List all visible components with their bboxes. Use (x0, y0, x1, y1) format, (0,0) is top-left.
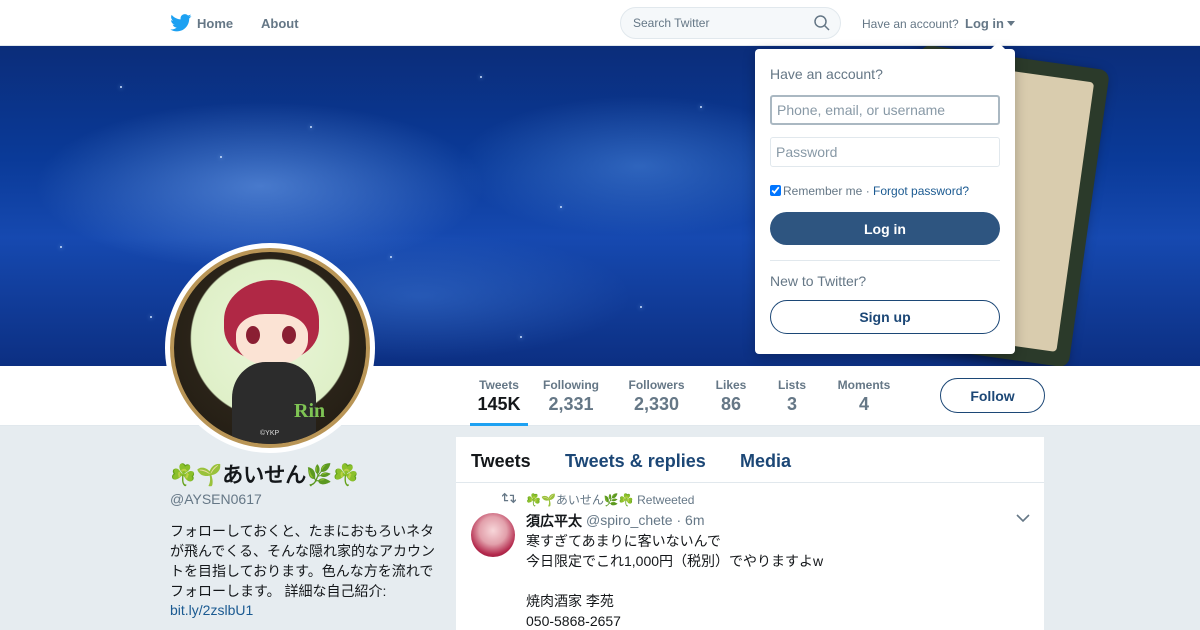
avatar[interactable]: Rin ©YKP (170, 248, 370, 448)
stat-followers[interactable]: Followers 2,330 (628, 378, 685, 415)
login-button[interactable]: Log in (770, 212, 1000, 245)
tweet-text: 寒すぎてあまりに客いないんで 今日限定でこれ1,000円（税別）でやりますよw … (526, 533, 824, 629)
star (220, 156, 222, 158)
avatar-frame: Rin ©YKP (165, 243, 375, 453)
star (150, 316, 152, 318)
remember-row: Remember me · Forgot password? (770, 184, 969, 198)
stat-label: Moments (837, 378, 891, 392)
star (480, 76, 482, 78)
twitter-bird-icon[interactable] (170, 14, 192, 32)
star (700, 106, 702, 108)
timeline: Tweets Tweets & replies Media ☘️🌱あいせん🌿☘️… (456, 437, 1044, 630)
stat-label: Tweets (479, 378, 519, 392)
remember-me-label[interactable]: Remember me (783, 184, 862, 198)
stat-label: Followers (628, 378, 685, 392)
have-account-text: Have an account? (862, 17, 959, 31)
tweet-author-name[interactable]: 須広平太 (526, 511, 582, 531)
timeline-tabs: Tweets Tweets & replies Media (456, 437, 1044, 483)
star (60, 246, 62, 248)
stat-value: 86 (720, 394, 742, 414)
avatar-name-text: Rin (294, 400, 326, 422)
stat-moments[interactable]: Moments 4 (836, 378, 892, 415)
follow-button[interactable]: Follow (940, 378, 1045, 413)
top-navigation: Home About Have an account? Log in (0, 0, 1200, 46)
login-dropdown-toggle[interactable]: Log in (965, 16, 1015, 31)
search-input[interactable] (621, 8, 801, 38)
search-box (620, 7, 841, 39)
login-dropdown: Have an account? Remember me · Forgot pa… (755, 42, 1015, 354)
stat-label: Likes (715, 378, 747, 392)
tab-tweets-and-replies[interactable]: Tweets & replies (565, 451, 706, 472)
signup-button[interactable]: Sign up (770, 300, 1000, 334)
caret-down-icon (1007, 21, 1015, 26)
nav-about-link[interactable]: About (261, 16, 299, 31)
avatar-eye (246, 326, 260, 344)
profile-display-name[interactable]: ☘️🌱あいせん🌿☘️ (170, 459, 359, 489)
tab-tweets[interactable]: Tweets (471, 451, 531, 472)
login-dropdown-title: Have an account? (770, 66, 883, 82)
nav-home-link[interactable]: Home (197, 16, 233, 31)
forgot-password-link[interactable]: Forgot password? (873, 184, 969, 198)
stat-following[interactable]: Following 2,331 (543, 378, 599, 415)
retweeted-by[interactable]: ☘️🌱あいせん🌿☘️ Retweeted (526, 491, 694, 508)
separator-dot: · (862, 184, 874, 198)
tab-media[interactable]: Media (740, 451, 791, 472)
chevron-down-icon[interactable] (1016, 513, 1030, 523)
tweet-author-avatar[interactable] (471, 513, 515, 557)
star (120, 86, 122, 88)
profile-bio: フォローしておくと、たまにおもろいネタが飛んでくる、そんな隠れ家的なアカウントを… (170, 523, 436, 599)
password-field[interactable] (770, 137, 1000, 167)
stat-lists[interactable]: Lists 3 (777, 378, 807, 415)
tweet-handle-time[interactable]: @spiro_chete · 6m (586, 512, 704, 528)
stat-value: 2,331 (548, 394, 594, 414)
profile-screen-name[interactable]: @AYSEN0617 (170, 491, 262, 507)
star (640, 306, 642, 308)
stat-value: 4 (858, 394, 869, 414)
star (520, 336, 522, 338)
stat-value: 2,330 (633, 394, 680, 414)
stat-tweets[interactable]: Tweets 145K (470, 378, 528, 426)
stat-label: Following (543, 378, 599, 392)
stat-likes[interactable]: Likes 86 (714, 378, 748, 415)
avatar-eye (282, 326, 296, 344)
profile-bio-link[interactable]: bit.ly/2zslbU1 (170, 602, 253, 618)
avatar-copyright: ©YKP (260, 430, 280, 437)
retweet-icon (502, 492, 516, 504)
stat-value: 145K (477, 394, 521, 414)
divider (770, 260, 1000, 261)
login-toggle-label[interactable]: Log in (965, 16, 1004, 31)
star (390, 256, 392, 258)
star (310, 126, 312, 128)
stat-label: Lists (777, 378, 806, 392)
username-field[interactable] (770, 95, 1000, 125)
remember-me-checkbox[interactable] (770, 185, 781, 196)
search-icon[interactable] (814, 15, 830, 31)
star (560, 206, 562, 208)
new-to-twitter-text: New to Twitter? (770, 273, 867, 289)
stat-value: 3 (786, 394, 797, 414)
